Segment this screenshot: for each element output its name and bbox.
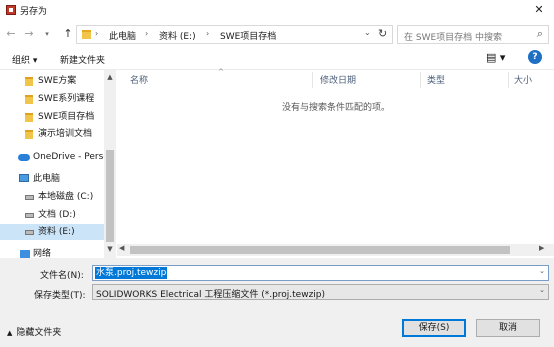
folder-icon xyxy=(25,130,33,139)
back-arrow-icon[interactable]: ← xyxy=(4,26,18,42)
network-icon xyxy=(20,250,30,258)
chevron-down-icon[interactable]: ⌄ xyxy=(539,286,545,294)
hide-folders-label: 隐藏文件夹 xyxy=(16,328,62,338)
chevron-up-icon: ▲ xyxy=(7,329,13,337)
recent-locations-chevron-icon[interactable]: ▾ xyxy=(42,26,52,42)
navigation-pane: SWE方案 SWE系列课程 SWE项目存档 演示培训文档 OneDrive - … xyxy=(0,70,116,258)
sidebar-item-label: 本地磁盘 (C:) xyxy=(38,192,94,202)
chevron-right-icon[interactable]: › xyxy=(95,29,98,38)
nav-scrollbar-thumb[interactable] xyxy=(106,150,114,242)
scroll-right-icon[interactable]: ▶ xyxy=(539,244,544,252)
up-arrow-icon[interactable]: ↑ xyxy=(61,26,75,42)
folder-icon xyxy=(25,77,33,86)
save-type-value: SOLIDWORKS Electrical 工程压缩文件 (*.proj.tew… xyxy=(96,290,326,300)
sidebar-item-label: SWE项目存档 xyxy=(38,112,95,122)
file-list[interactable] xyxy=(117,70,554,258)
hide-folders-toggle[interactable]: ▲ 隐藏文件夹 xyxy=(7,325,61,338)
sidebar-item-label: 资料 (E:) xyxy=(38,227,75,237)
search-icon[interactable]: ⌕ xyxy=(537,27,543,41)
column-header-date[interactable]: 修改日期 xyxy=(320,74,356,88)
breadcrumb-this-pc[interactable]: 此电脑 xyxy=(109,29,136,42)
save-button[interactable]: 保存(S) xyxy=(402,319,466,337)
chevron-right-icon[interactable]: › xyxy=(206,29,209,38)
sidebar-item-swe-archive[interactable]: SWE项目存档 xyxy=(0,109,104,125)
folder-icon xyxy=(25,113,33,122)
sidebar-item-label: SWE方案 xyxy=(38,76,77,86)
sidebar-item-label: OneDrive - Perso xyxy=(33,152,109,162)
column-divider[interactable] xyxy=(508,72,509,88)
sidebar-item-label: 演示培训文档 xyxy=(38,129,93,139)
drive-icon xyxy=(25,195,34,200)
filename-value[interactable]: 水泵.proj.tewzip xyxy=(95,267,168,279)
folder-icon xyxy=(25,95,33,104)
scroll-down-icon[interactable]: ▼ xyxy=(104,245,116,253)
title-bar xyxy=(0,0,554,20)
cancel-button[interactable]: 取消 xyxy=(476,319,540,337)
window-title: 另存为 xyxy=(20,7,48,17)
search-input[interactable]: 在 SWE项目存档 中搜索 ⌕ xyxy=(397,25,549,44)
sidebar-item-this-pc[interactable]: 此电脑 xyxy=(0,171,104,187)
sidebar-item-label: SWE系列课程 xyxy=(38,94,95,104)
sidebar-item-onedrive[interactable]: OneDrive - Perso xyxy=(0,149,109,165)
sidebar-item-drive-c[interactable]: 本地磁盘 (C:) xyxy=(0,189,104,205)
sidebar-item-demo-training[interactable]: 演示培训文档 xyxy=(0,126,104,142)
column-divider[interactable] xyxy=(420,72,421,88)
computer-icon xyxy=(19,174,29,182)
drive-icon xyxy=(25,213,34,218)
search-placeholder: 在 SWE项目存档 中搜索 xyxy=(404,33,503,43)
sidebar-item-drive-e[interactable]: 资料 (E:) xyxy=(0,224,104,240)
save-type-label: 保存类型(T): xyxy=(34,291,86,301)
new-folder-button[interactable]: 新建文件夹 xyxy=(60,53,105,66)
chevron-right-icon[interactable]: › xyxy=(145,29,148,38)
column-header-size[interactable]: 大小 xyxy=(514,74,532,88)
sidebar-item-label: 此电脑 xyxy=(33,174,61,184)
scroll-up-icon[interactable]: ▲ xyxy=(104,73,116,81)
column-header-type[interactable]: 类型 xyxy=(427,74,445,88)
folder-icon xyxy=(82,30,91,39)
help-icon[interactable]: ? xyxy=(528,50,542,64)
app-icon xyxy=(6,5,16,15)
sidebar-item-swe-courses[interactable]: SWE系列课程 xyxy=(0,91,104,107)
scroll-left-icon[interactable]: ◀ xyxy=(119,244,124,252)
address-dropdown-icon[interactable]: ⌄ xyxy=(364,28,371,37)
cloud-icon xyxy=(18,154,30,161)
drive-icon xyxy=(25,230,34,235)
breadcrumb-swe-archive[interactable]: SWE项目存档 xyxy=(220,29,276,42)
sidebar-item-label: 文档 (D:) xyxy=(38,210,76,220)
organize-button[interactable]: 组织 ▾ xyxy=(12,53,37,66)
empty-message: 没有与搜索条件匹配的项。 xyxy=(282,103,391,113)
sidebar-item-drive-d[interactable]: 文档 (D:) xyxy=(0,207,104,223)
chevron-down-icon[interactable]: ⌄ xyxy=(539,267,545,275)
sidebar-item-label: 网络 xyxy=(33,249,52,258)
sidebar-item-network[interactable]: 网络 xyxy=(0,246,104,258)
column-divider[interactable] xyxy=(312,72,313,88)
filename-label: 文件名(N): xyxy=(40,271,84,281)
forward-arrow-icon[interactable]: → xyxy=(22,26,36,42)
breadcrumb-drive-e[interactable]: 资料 (E:) xyxy=(159,29,196,42)
save-type-select[interactable]: SOLIDWORKS Electrical 工程压缩文件 (*.proj.tew… xyxy=(92,284,549,300)
filename-input[interactable]: 水泵.proj.tewzip ⌄ xyxy=(92,265,549,281)
close-icon[interactable]: ✕ xyxy=(528,1,550,19)
address-bar[interactable]: › 此电脑 › 资料 (E:) › SWE项目存档 ⌄ ↻ xyxy=(76,25,393,44)
sort-up-icon: ^ xyxy=(218,68,224,76)
view-options-icon[interactable]: ▤ ▾ xyxy=(486,51,505,64)
horizontal-scrollbar-thumb[interactable] xyxy=(130,246,510,254)
sidebar-item-swe-plan[interactable]: SWE方案 xyxy=(0,73,104,89)
column-header-name[interactable]: 名称 xyxy=(130,74,148,88)
refresh-icon[interactable]: ↻ xyxy=(378,27,387,40)
